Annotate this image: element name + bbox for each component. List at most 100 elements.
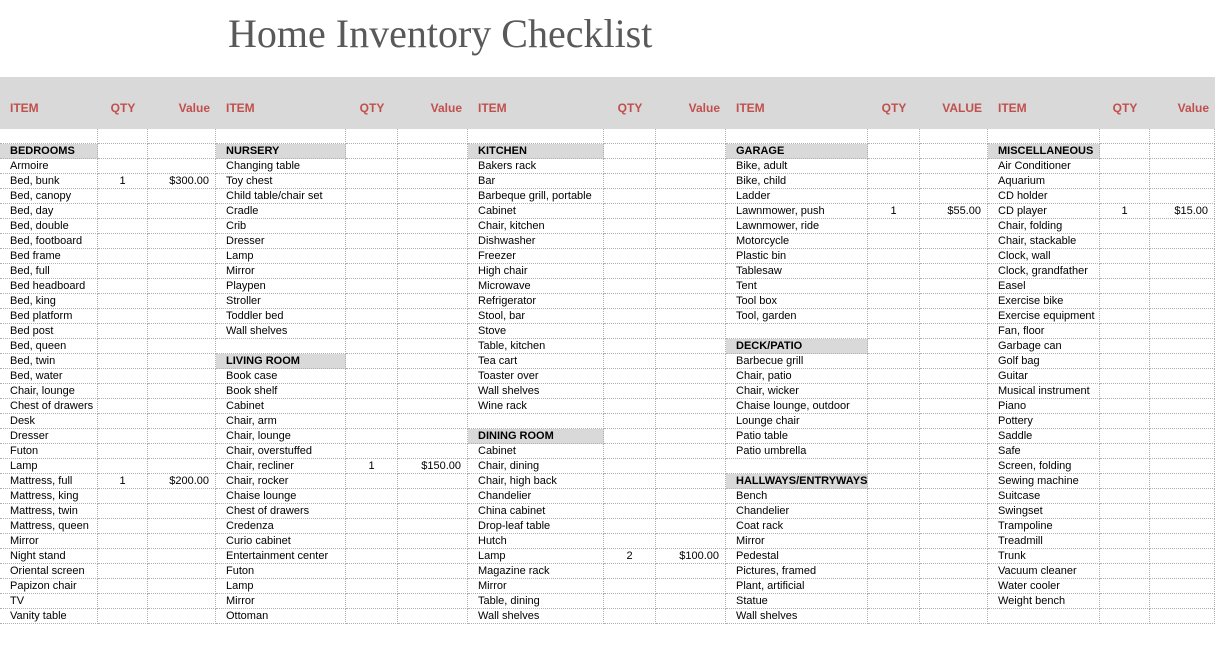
item-cell[interactable]: Clock, wall (988, 249, 1100, 264)
item-cell[interactable]: Bakers rack (468, 159, 604, 174)
qty-cell[interactable] (346, 489, 398, 504)
item-cell[interactable]: Bike, child (726, 174, 868, 189)
item-cell[interactable]: Lamp (0, 459, 98, 474)
item-cell[interactable]: Entertainment center (216, 549, 346, 564)
item-cell[interactable]: Mattress, king (0, 489, 98, 504)
qty-cell[interactable] (98, 309, 148, 324)
item-cell[interactable]: Exercise equipment (988, 309, 1100, 324)
value-cell[interactable] (920, 144, 988, 159)
qty-cell[interactable] (98, 159, 148, 174)
value-cell[interactable] (920, 369, 988, 384)
qty-cell[interactable] (604, 459, 656, 474)
qty-cell[interactable] (1100, 459, 1150, 474)
qty-cell[interactable] (868, 264, 920, 279)
item-cell[interactable]: Barbeque grill, portable (468, 189, 604, 204)
item-cell[interactable]: LIVING ROOM (216, 354, 346, 369)
qty-cell[interactable] (1100, 144, 1150, 159)
value-cell[interactable] (1150, 429, 1215, 444)
item-cell[interactable]: CD player (988, 204, 1100, 219)
value-cell[interactable] (148, 204, 216, 219)
item-cell[interactable]: Dishwasher (468, 234, 604, 249)
value-cell[interactable] (148, 399, 216, 414)
qty-cell[interactable] (346, 159, 398, 174)
item-cell[interactable] (726, 129, 868, 144)
item-cell[interactable]: Toaster over (468, 369, 604, 384)
value-cell[interactable] (920, 459, 988, 474)
qty-cell[interactable] (98, 219, 148, 234)
value-cell[interactable] (1150, 294, 1215, 309)
value-cell[interactable] (148, 609, 216, 624)
qty-cell[interactable] (604, 579, 656, 594)
qty-cell[interactable] (1100, 294, 1150, 309)
item-cell[interactable]: Patio table (726, 429, 868, 444)
item-cell[interactable]: Chair, kitchen (468, 219, 604, 234)
qty-cell[interactable]: 2 (604, 549, 656, 564)
item-cell[interactable]: Bed, double (0, 219, 98, 234)
qty-cell[interactable] (604, 129, 656, 144)
item-cell[interactable]: Treadmill (988, 534, 1100, 549)
item-cell[interactable]: Refrigerator (468, 294, 604, 309)
value-cell[interactable] (148, 324, 216, 339)
qty-cell[interactable] (868, 309, 920, 324)
item-cell[interactable] (988, 609, 1100, 624)
value-cell[interactable] (656, 249, 726, 264)
qty-cell[interactable] (98, 264, 148, 279)
value-cell[interactable] (148, 234, 216, 249)
value-cell[interactable]: $200.00 (148, 474, 216, 489)
value-cell[interactable] (398, 204, 468, 219)
value-cell[interactable] (656, 189, 726, 204)
qty-cell[interactable] (868, 339, 920, 354)
item-cell[interactable]: CD holder (988, 189, 1100, 204)
item-cell[interactable]: Mattress, queen (0, 519, 98, 534)
qty-cell[interactable] (1100, 129, 1150, 144)
item-cell[interactable]: Changing table (216, 159, 346, 174)
item-cell[interactable]: Screen, folding (988, 459, 1100, 474)
value-cell[interactable] (656, 324, 726, 339)
item-cell[interactable]: Wall shelves (468, 609, 604, 624)
qty-cell[interactable] (346, 444, 398, 459)
qty-cell[interactable] (98, 564, 148, 579)
qty-cell[interactable] (868, 144, 920, 159)
value-cell[interactable] (920, 384, 988, 399)
item-cell[interactable]: Wine rack (468, 399, 604, 414)
item-cell[interactable]: Chandelier (468, 489, 604, 504)
qty-cell[interactable] (1100, 609, 1150, 624)
value-cell[interactable] (148, 504, 216, 519)
value-cell[interactable] (398, 609, 468, 624)
qty-cell[interactable] (346, 294, 398, 309)
value-cell[interactable] (398, 399, 468, 414)
qty-cell[interactable] (1100, 339, 1150, 354)
qty-cell[interactable] (604, 339, 656, 354)
value-cell[interactable] (148, 309, 216, 324)
qty-cell[interactable] (868, 504, 920, 519)
value-cell[interactable] (920, 309, 988, 324)
item-cell[interactable]: Credenza (216, 519, 346, 534)
item-cell[interactable]: Wall shelves (468, 384, 604, 399)
qty-cell[interactable] (98, 534, 148, 549)
qty-cell[interactable] (1100, 534, 1150, 549)
item-cell[interactable]: Mattress, full (0, 474, 98, 489)
value-cell[interactable] (656, 489, 726, 504)
qty-cell[interactable] (604, 279, 656, 294)
qty-cell[interactable] (1100, 369, 1150, 384)
value-cell[interactable] (656, 504, 726, 519)
item-cell[interactable]: Tea cart (468, 354, 604, 369)
qty-cell[interactable] (98, 444, 148, 459)
qty-cell[interactable] (98, 399, 148, 414)
item-cell[interactable]: Chest of drawers (0, 399, 98, 414)
value-cell[interactable] (920, 174, 988, 189)
value-cell[interactable]: $55.00 (920, 204, 988, 219)
item-cell[interactable]: GARAGE (726, 144, 868, 159)
value-cell[interactable] (656, 474, 726, 489)
item-cell[interactable]: Stroller (216, 294, 346, 309)
qty-cell[interactable] (346, 204, 398, 219)
value-cell[interactable] (398, 144, 468, 159)
value-cell[interactable]: $300.00 (148, 174, 216, 189)
value-cell[interactable] (398, 129, 468, 144)
item-cell[interactable]: Playpen (216, 279, 346, 294)
value-cell[interactable] (1150, 339, 1215, 354)
item-cell[interactable]: Toy chest (216, 174, 346, 189)
item-cell[interactable]: Bed, king (0, 294, 98, 309)
qty-cell[interactable] (1100, 159, 1150, 174)
item-cell[interactable]: Suitcase (988, 489, 1100, 504)
